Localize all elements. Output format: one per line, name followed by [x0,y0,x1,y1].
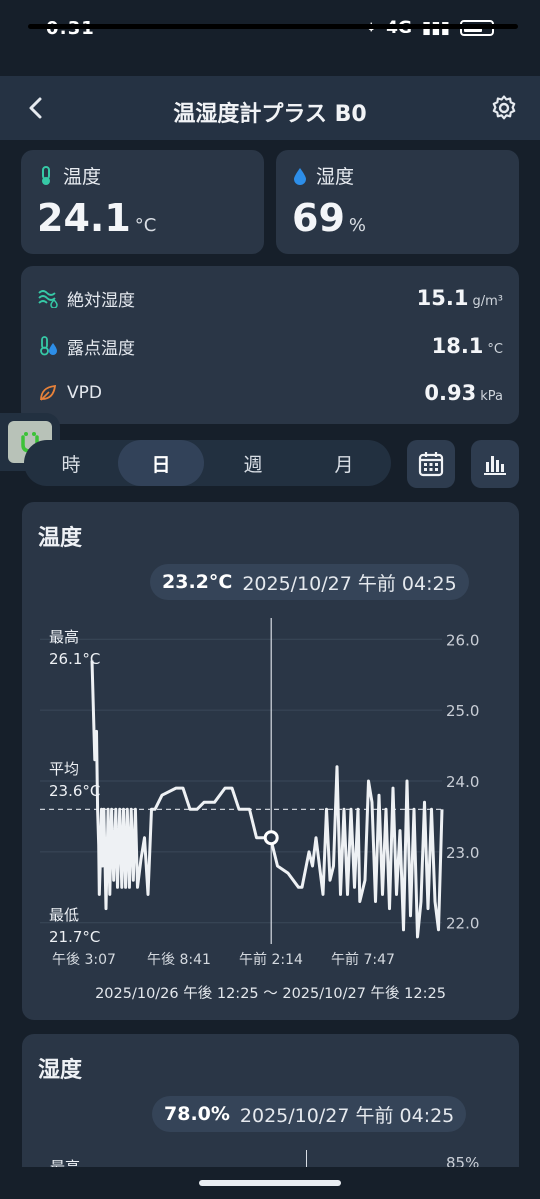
temperature-label: 温度 [63,166,102,188]
average-label: 平均 [49,760,79,778]
statistics-button[interactable] [471,440,519,488]
home-indicator[interactable] [199,1180,341,1186]
bar-chart-icon [484,456,506,475]
temperature-card[interactable]: 温度 24.1 °C [21,150,264,254]
humidity-card[interactable]: 湿度 69% [276,150,519,254]
tab-month[interactable]: 月 [301,440,387,486]
temperature-value: 24.1 [37,196,131,240]
max-value: 26.1°C [49,650,100,668]
absolute-humidity-row: 絶対湿度 15.1 g/m³ [37,283,503,313]
dew-point-label: 露点温度 [67,338,135,359]
notch-bar [28,24,518,29]
vpd-row: VPD 0.93 kPa [37,378,503,408]
navigation-bar [0,1167,540,1199]
average-value: 23.6°C [49,782,100,800]
max-label: 最高 [49,628,79,646]
dew-point-row: 露点温度 18.1 °C [37,331,503,361]
absolute-humidity-icon [38,290,58,308]
y-tick-label: 24.0 [446,773,479,791]
dew-point-unit: °C [487,342,503,357]
date-range: 2025/10/26 午後 12:25 ～ 2025/10/27 午後 12:2… [95,986,446,1002]
x-tick-label: 午後 3:07 [52,952,116,968]
page-title: 温湿度計プラス B0 [173,102,367,127]
vpd-label: VPD [67,383,102,403]
humidity-chart-tooltip: 78.0% 2025/10/27 午前 04:25 [152,1096,467,1132]
x-tick-label: 午前 7:47 [331,951,395,968]
leaf-icon [40,384,57,401]
dew-point-icon [40,336,57,356]
temperature-chart-card: 温度 23.2°C 2025/10/27 午前 04:25 26.0 25.0 24… [22,502,519,1020]
vpd-unit: kPa [480,389,503,404]
calendar-button[interactable] [407,440,455,488]
humidity-reading: 69% [292,196,366,240]
min-value: 21.7°C [49,928,100,946]
cursor-point[interactable] [263,830,279,846]
period-tabs: 時 日 週 月 [24,440,391,486]
humidity-tooltip-time: 2025/10/27 午前 04:25 [239,1104,455,1127]
app-header: 温湿度計プラス B0 [0,76,540,140]
metrics-card: 絶対湿度 15.1 g/m³ 露点温度 18.1 °C VPD 0.93 kPa [21,266,519,424]
tab-week[interactable]: 週 [210,440,296,486]
gear-icon[interactable] [490,94,518,122]
humidity-tooltip-value: 78.0% [164,1103,230,1125]
y-tick-label: 23.0 [446,844,479,862]
x-tick-label: 午前 2:14 [239,951,303,968]
humidity-label: 湿度 [316,166,355,188]
x-tick-label: 午後 8:41 [147,952,211,968]
humidity-value: 69 [292,196,345,240]
min-label: 最低 [49,906,79,924]
thermometer-icon [42,165,50,185]
status-bar: 0:31 ⌖ 4G ▮▮▮ [0,0,540,60]
temperature-line-chart[interactable]: 26.0 25.0 24.0 23.0 22.0 午後 3:07 午後 8:41 午前 2:… [22,502,519,972]
absolute-humidity-label: 絶対湿度 [67,290,135,311]
water-drop-icon [294,167,306,185]
y-tick-label: 22.0 [446,915,479,933]
temperature-reading: 24.1 °C [37,196,156,240]
temperature-unit: °C [134,215,157,236]
humidity-unit: % [348,215,366,236]
absolute-humidity-value: 15.1 [416,286,469,310]
y-tick-label: 25.0 [446,702,479,720]
temperature-series-line [90,660,444,939]
tab-hour[interactable]: 時 [28,440,114,486]
temperature-label-group: 温度 [37,162,101,189]
humidity-label-group: 湿度 [292,162,354,189]
vpd-value: 0.93 [424,381,477,405]
y-tick-label: 26.0 [446,631,479,649]
calendar-icon [418,452,444,477]
humidity-chart-title: 湿度 [38,1058,83,1083]
dew-point-value: 18.1 [431,334,484,358]
absolute-humidity-unit: g/m³ [472,294,503,309]
tab-day[interactable]: 日 [118,440,204,486]
